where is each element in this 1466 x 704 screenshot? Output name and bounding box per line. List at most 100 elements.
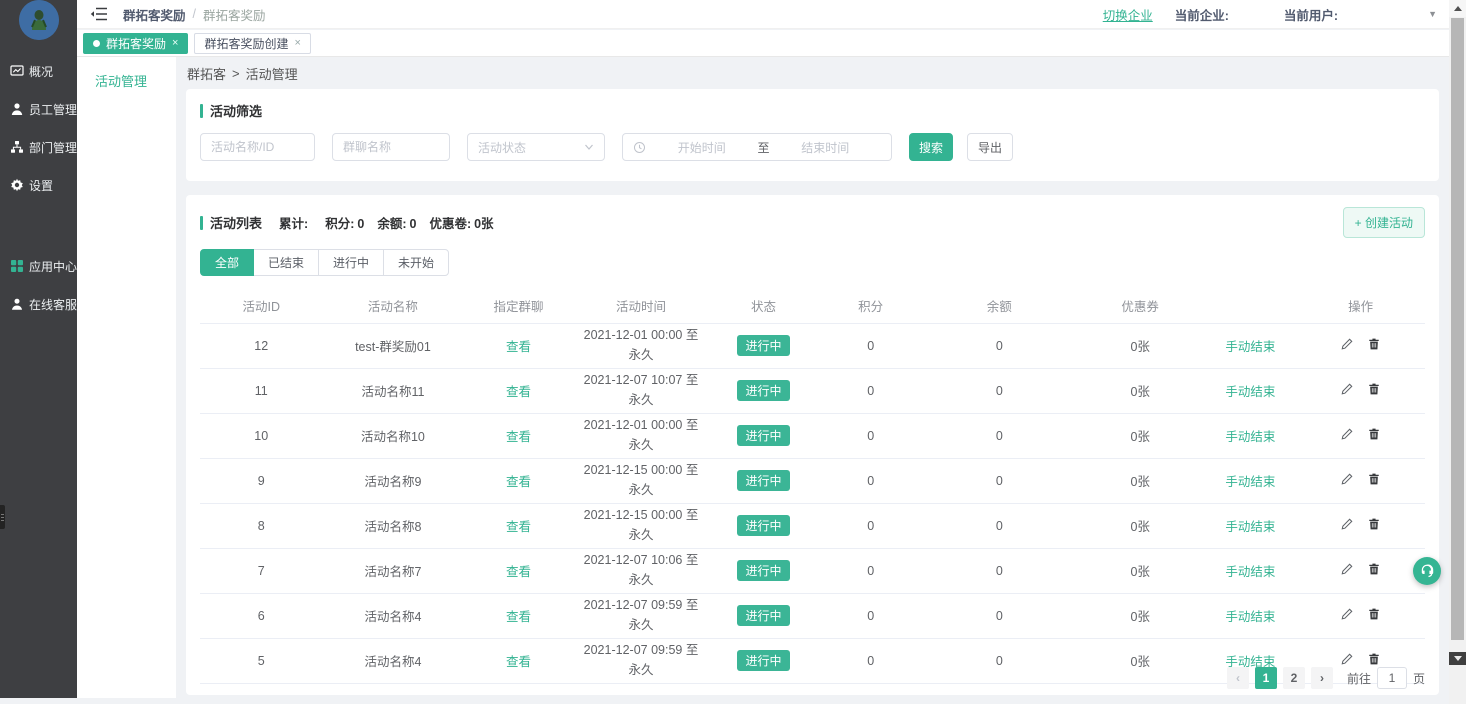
- edit-icon[interactable]: [1340, 337, 1354, 351]
- activity-list-panel: 活动列表 累计: 积分:0余额:0优惠卷:0张 + 创建活动 全部已结束进行中未…: [186, 195, 1439, 695]
- window-tab-1[interactable]: 群拓客奖励 ×: [83, 33, 188, 54]
- cell-points: 0: [819, 413, 923, 458]
- time-start-line: 2021-12-15 00:00 至: [574, 461, 709, 480]
- row-actions: [1340, 472, 1381, 486]
- edit-icon[interactable]: [1340, 652, 1354, 666]
- cell-manual-end: 手动结束: [1205, 368, 1297, 413]
- view-link[interactable]: 查看: [506, 520, 531, 534]
- avatar[interactable]: [19, 0, 59, 40]
- view-link[interactable]: 查看: [506, 655, 531, 669]
- section-accent-bar: [200, 104, 203, 118]
- create-activity-button[interactable]: + 创建活动: [1343, 207, 1425, 238]
- status-tab-1[interactable]: 全部: [200, 249, 254, 276]
- cell-coupons: 0张: [1076, 593, 1205, 638]
- delete-icon[interactable]: [1367, 337, 1381, 351]
- menu-fold-icon[interactable]: [90, 7, 108, 21]
- cell-points: 0: [819, 368, 923, 413]
- drawer-handle[interactable]: [0, 505, 5, 529]
- user-dropdown-caret-icon[interactable]: ▼: [1428, 9, 1437, 19]
- manual-end-link[interactable]: 手动结束: [1225, 610, 1275, 624]
- page-button-2[interactable]: 2: [1283, 667, 1305, 689]
- manual-end-link[interactable]: 手动结束: [1225, 475, 1275, 489]
- delete-icon[interactable]: [1367, 652, 1381, 666]
- cell-actions: [1296, 593, 1425, 638]
- column-header-7: 余额: [923, 289, 1076, 323]
- sidebar-item-settings[interactable]: 设置: [0, 166, 77, 204]
- time-start-line: 2021-12-07 10:07 至: [574, 371, 709, 390]
- manual-end-link[interactable]: 手动结束: [1225, 340, 1275, 354]
- manual-end-link[interactable]: 手动结束: [1225, 520, 1275, 534]
- start-time-placeholder[interactable]: 开始时间: [646, 139, 758, 156]
- scrollbar-thumb[interactable]: [1451, 18, 1464, 640]
- window-tab-2[interactable]: 群拓客奖励创建×: [194, 33, 310, 54]
- delete-icon[interactable]: [1367, 517, 1381, 531]
- table-row: 8活动名称8查看2021-12-15 00:00 至永久进行中000张手动结束: [200, 503, 1425, 548]
- edit-icon[interactable]: [1340, 472, 1354, 486]
- delete-icon[interactable]: [1367, 382, 1381, 396]
- scroll-down-button[interactable]: [1449, 652, 1466, 665]
- edit-icon[interactable]: [1340, 607, 1354, 621]
- date-range-picker[interactable]: 开始时间 至 结束时间: [622, 133, 892, 161]
- goto-page-input[interactable]: [1377, 667, 1407, 689]
- view-link[interactable]: 查看: [506, 475, 531, 489]
- page-breadcrumb-first[interactable]: 群拓客: [187, 64, 226, 83]
- breadcrumb-first[interactable]: 群拓客奖励: [123, 5, 186, 24]
- page-button-1[interactable]: 1: [1255, 667, 1277, 689]
- time-start-line: 2021-12-07 09:59 至: [574, 596, 709, 615]
- date-range-to-label: 至: [758, 139, 770, 156]
- close-tab-icon[interactable]: ×: [172, 38, 178, 49]
- next-page-button[interactable]: ›: [1311, 667, 1333, 689]
- status-tab-2[interactable]: 已结束: [253, 249, 319, 276]
- sidebar-item-staff[interactable]: 员工管理: [0, 90, 77, 128]
- switch-company-link[interactable]: 切换企业: [1103, 5, 1153, 24]
- time-start-line: 2021-12-01 00:00 至: [574, 416, 709, 435]
- row-actions: [1340, 562, 1381, 576]
- activity-filter-panel: 活动筛选 活动状态 开始时间 至 结束时间 搜索 导出: [186, 89, 1439, 181]
- manual-end-link[interactable]: 手动结束: [1225, 385, 1275, 399]
- list-header: 活动列表 累计: 积分:0余额:0优惠卷:0张 + 创建活动: [200, 207, 1425, 238]
- cell-actions: [1296, 548, 1425, 593]
- delete-icon[interactable]: [1367, 607, 1381, 621]
- sidebar-item-apps[interactable]: 应用中心: [0, 247, 77, 285]
- submenu-item-activity-management[interactable]: 活动管理: [77, 57, 176, 90]
- service-icon: [10, 297, 24, 311]
- top-navbar: 群拓客奖励 / 群拓客奖励 切换企业 当前企业: 当前用户: ▼: [77, 0, 1449, 29]
- stat-label: 积分:: [325, 217, 354, 231]
- status-tab-3[interactable]: 进行中: [318, 249, 384, 276]
- edit-icon[interactable]: [1340, 382, 1354, 396]
- sidebar-item-overview[interactable]: 概况: [0, 52, 77, 90]
- delete-icon[interactable]: [1367, 472, 1381, 486]
- group-name-input[interactable]: [332, 133, 450, 161]
- delete-icon[interactable]: [1367, 562, 1381, 576]
- end-time-placeholder[interactable]: 结束时间: [770, 139, 882, 156]
- view-link[interactable]: 查看: [506, 385, 531, 399]
- search-button[interactable]: 搜索: [909, 133, 953, 161]
- prev-page-button[interactable]: ‹: [1227, 667, 1249, 689]
- view-link[interactable]: 查看: [506, 340, 531, 354]
- close-tab-icon[interactable]: ×: [294, 38, 300, 49]
- status-select-placeholder: 活动状态: [478, 139, 526, 156]
- export-button[interactable]: 导出: [967, 133, 1013, 161]
- customer-service-button[interactable]: [1413, 557, 1441, 585]
- view-link[interactable]: 查看: [506, 565, 531, 579]
- activity-status-select[interactable]: 活动状态: [467, 133, 605, 161]
- edit-icon[interactable]: [1340, 427, 1354, 441]
- edit-icon[interactable]: [1340, 517, 1354, 531]
- view-link[interactable]: 查看: [506, 610, 531, 624]
- sidebar-item-support[interactable]: 在线客服: [0, 285, 77, 323]
- manual-end-link[interactable]: 手动结束: [1225, 430, 1275, 444]
- manual-end-link[interactable]: 手动结束: [1225, 565, 1275, 579]
- cell-points: 0: [819, 323, 923, 368]
- window-tab-label: 群拓客奖励: [106, 35, 166, 52]
- stat-label: 优惠卷:: [429, 217, 471, 231]
- activity-name-input[interactable]: [200, 133, 315, 161]
- view-link[interactable]: 查看: [506, 430, 531, 444]
- edit-icon[interactable]: [1340, 562, 1354, 576]
- scrollbar[interactable]: [1449, 0, 1466, 704]
- delete-icon[interactable]: [1367, 427, 1381, 441]
- scroll-up-button[interactable]: [1449, 0, 1466, 17]
- cell-actions: [1296, 503, 1425, 548]
- summary-stat: 优惠卷:0张: [429, 213, 493, 232]
- status-tab-4[interactable]: 未开始: [383, 249, 449, 276]
- sidebar-item-dept[interactable]: 部门管理: [0, 128, 77, 166]
